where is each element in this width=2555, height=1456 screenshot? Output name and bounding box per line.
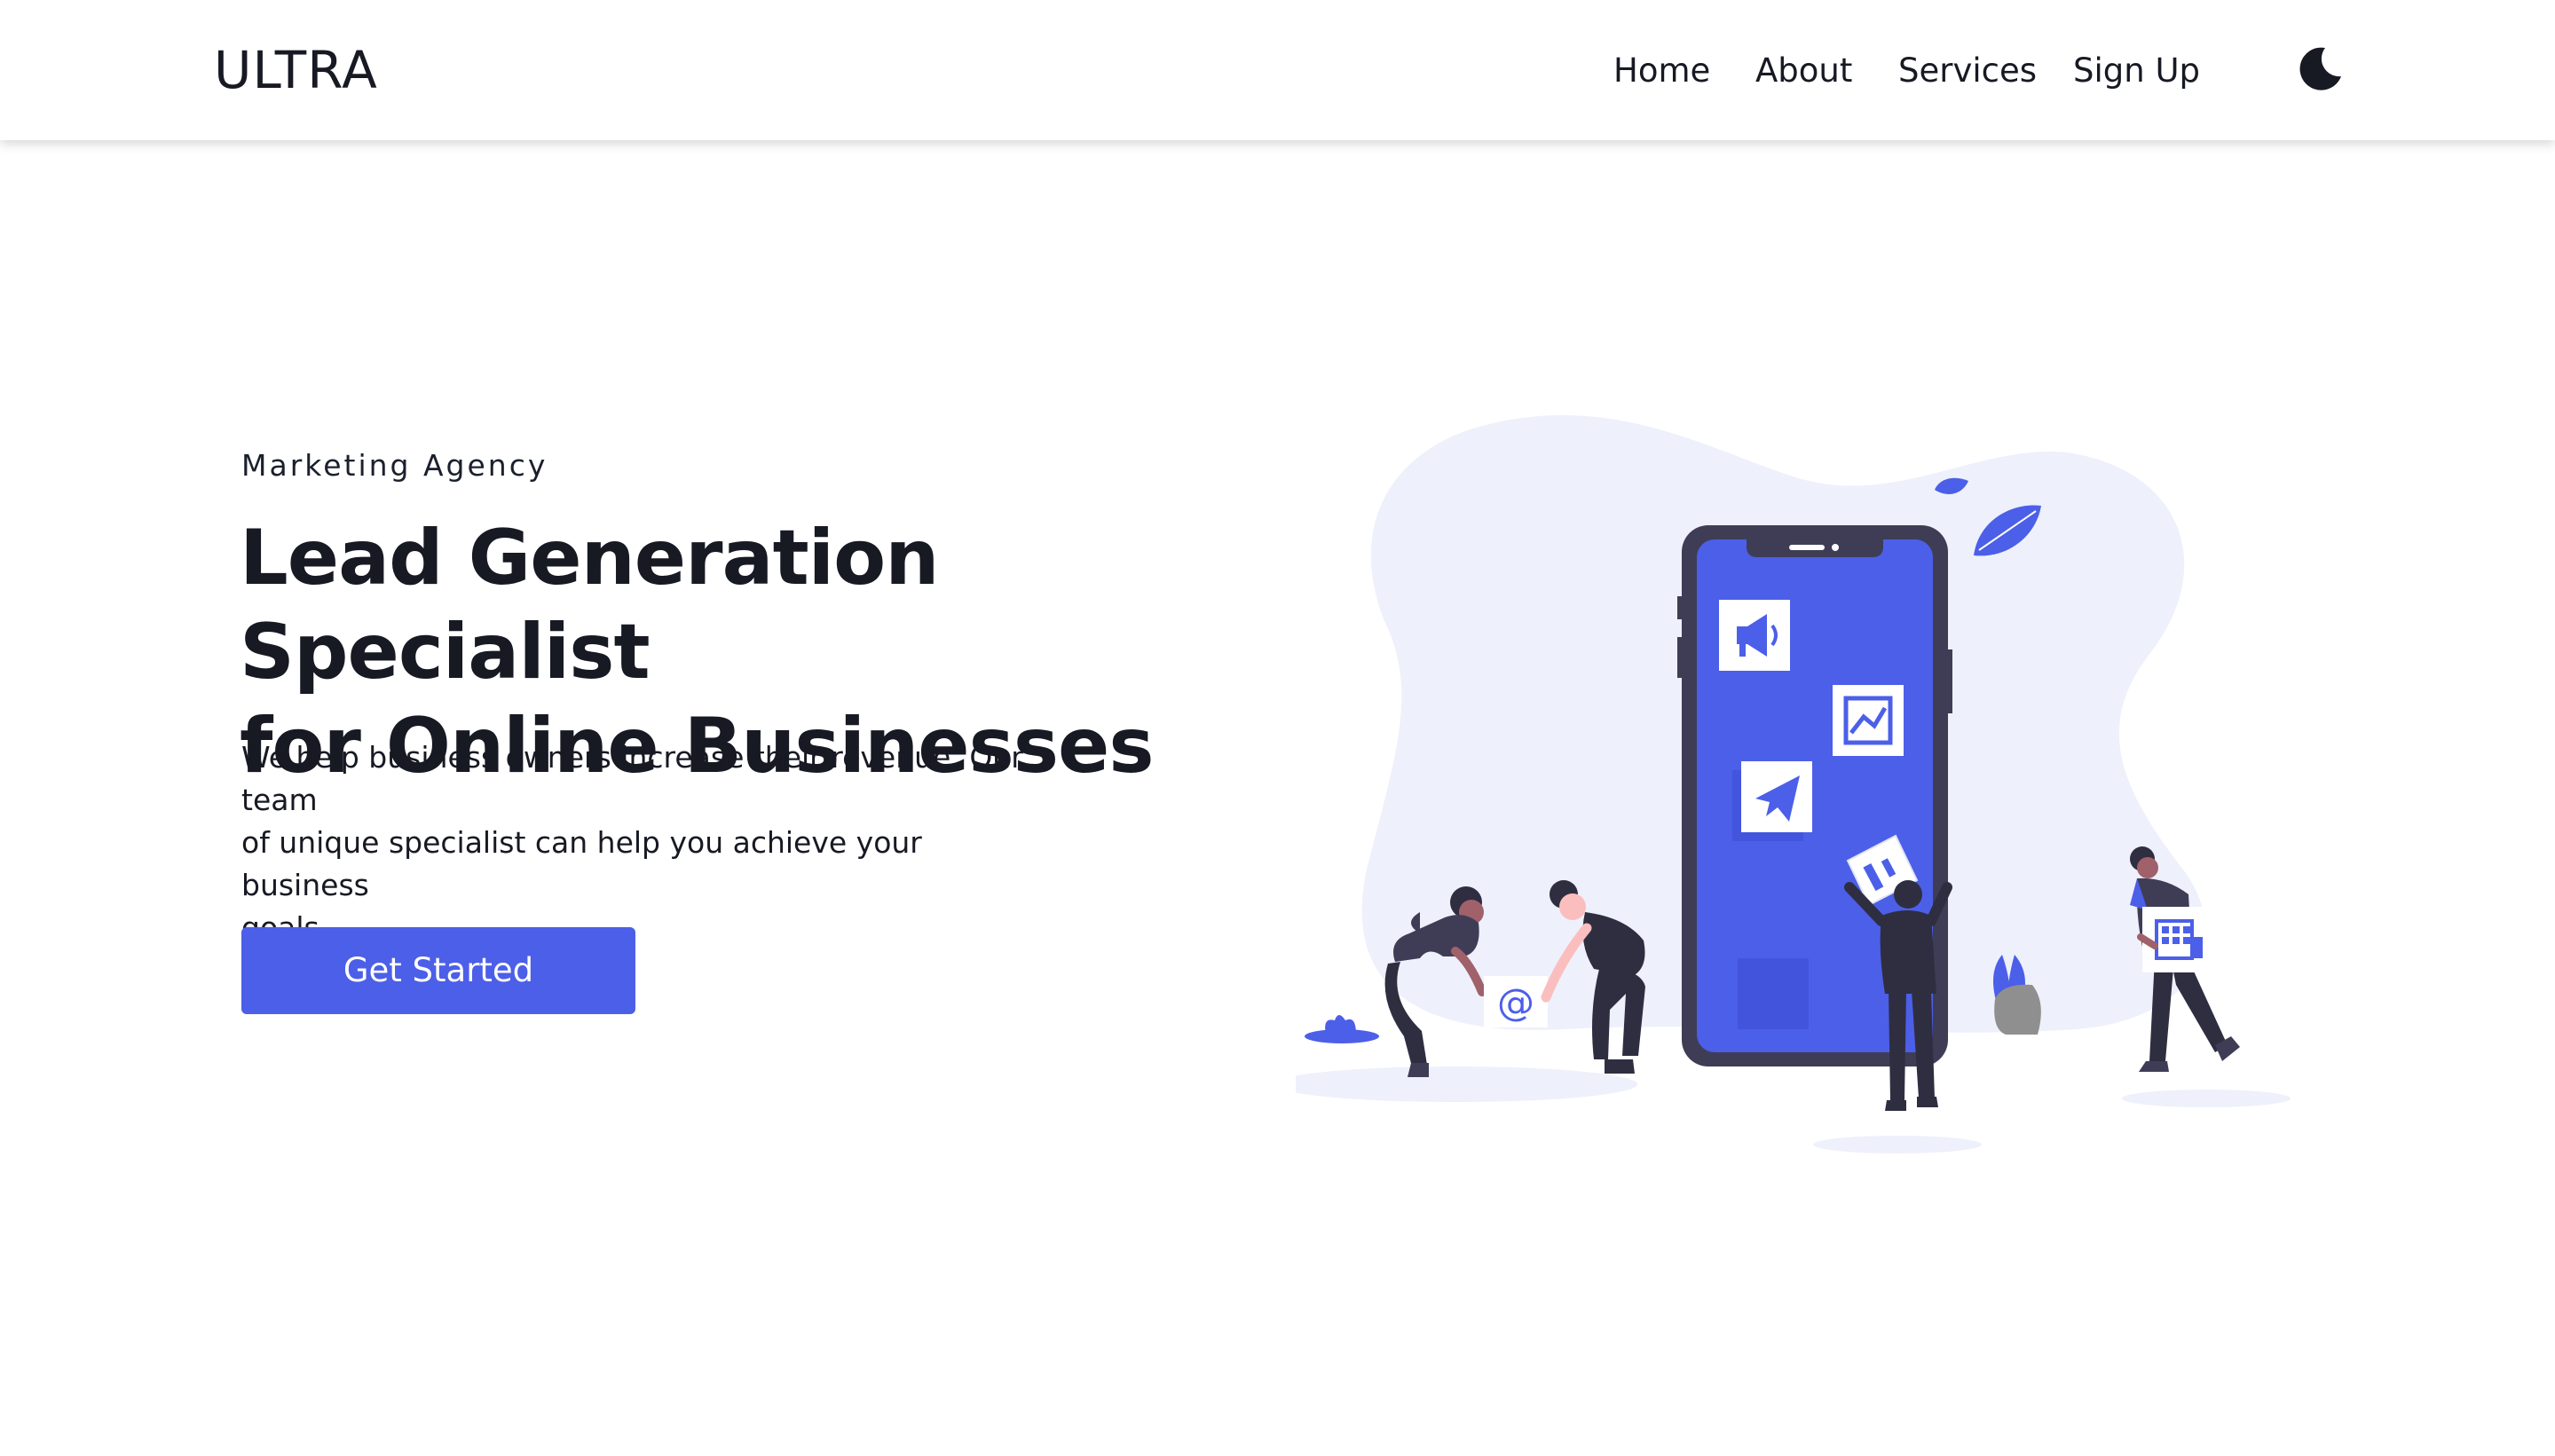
navbar: ULTRA Home About Services Sign Up (0, 0, 2555, 140)
ground-shadow (1296, 1066, 1637, 1102)
get-started-button[interactable]: Get Started (241, 927, 635, 1014)
nav-link-about[interactable]: About (1755, 51, 1852, 91)
plant-left (1305, 1015, 1379, 1043)
hero-eyebrow: Marketing Agency (241, 448, 548, 483)
nav-link-services[interactable]: Services (1898, 51, 2037, 91)
ground-shadow (1813, 1136, 1982, 1153)
moon-icon (2299, 47, 2341, 91)
phone-button (1677, 596, 1683, 619)
hero-subtitle-line-1: We help business owners increase their r… (241, 740, 1023, 817)
theme-toggle-button[interactable] (2295, 44, 2345, 94)
hero-subtitle-line-2: of unique specialist can help you achiev… (241, 825, 922, 902)
phone-speaker (1789, 545, 1825, 550)
hero-subtitle: We help business owners increase their r… (241, 736, 1040, 949)
at-sign-text: @ (1497, 980, 1534, 1024)
phone-button (1677, 637, 1683, 678)
brand-logo[interactable]: ULTRA (214, 41, 378, 99)
nav-link-home[interactable]: Home (1613, 51, 1710, 91)
ground-shadow (2122, 1090, 2291, 1107)
nav-link-sign-up[interactable]: Sign Up (2073, 51, 2200, 91)
hero-title-line-1: Lead Generation Specialist (240, 514, 939, 697)
hero-illustration: @ (1296, 414, 2291, 1153)
phone-screen-square (1738, 958, 1809, 1029)
phone-camera (1832, 544, 1839, 551)
phone-button (1947, 649, 1952, 713)
